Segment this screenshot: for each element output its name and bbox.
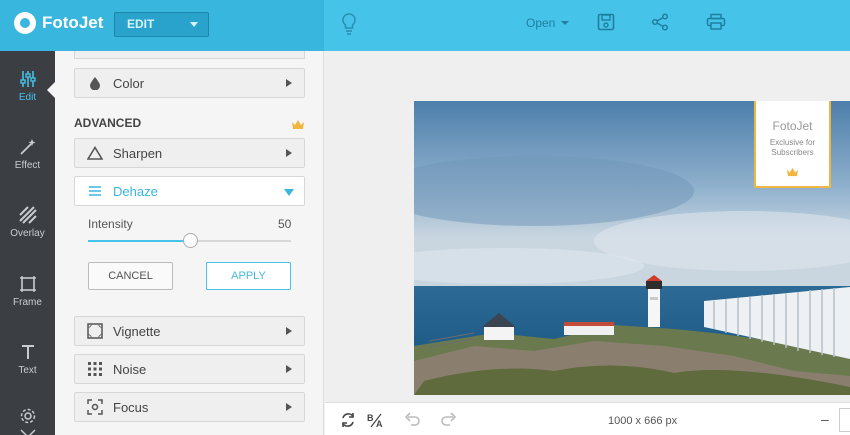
- haze-lines-icon: [87, 183, 103, 199]
- svg-text:A: A: [376, 419, 383, 428]
- sharpen-label: Sharpen: [113, 145, 163, 161]
- undo-icon[interactable]: [403, 412, 421, 431]
- dehaze-label: Dehaze: [113, 183, 158, 199]
- svg-text:B: B: [367, 413, 374, 423]
- chevron-down-icon: [19, 429, 36, 435]
- brand-name: FotoJet: [42, 13, 104, 32]
- overlay-icon: [18, 205, 37, 224]
- mode-dropdown-value: EDIT: [127, 17, 155, 31]
- sidebar-item-clipart[interactable]: [0, 393, 55, 435]
- caret-down-icon: [284, 189, 294, 196]
- badge-text: Exclusive for Subscribers: [756, 138, 829, 158]
- noise-row[interactable]: Noise: [74, 354, 305, 384]
- text-icon: [21, 344, 34, 359]
- sidebar-item-effect[interactable]: Effect: [0, 124, 55, 184]
- canvas-area: FotoJet Exclusive for Subscribers: [325, 51, 850, 402]
- badge-line-1: Exclusive for: [769, 138, 816, 147]
- triangle-icon: [87, 145, 103, 161]
- photo-lighthouse[interactable]: FotoJet Exclusive for Subscribers: [414, 101, 850, 395]
- sidebar-item-frame[interactable]: Frame: [0, 261, 55, 321]
- open-label: Open: [526, 16, 556, 30]
- sliders-icon: [19, 70, 36, 87]
- image-dimensions: 1000 x 666 px: [608, 415, 678, 427]
- sidebar-item-label: Overlay: [10, 227, 45, 239]
- lightbulb-icon[interactable]: [341, 12, 357, 41]
- focus-row[interactable]: Focus: [74, 392, 305, 422]
- dehaze-row[interactable]: Dehaze: [74, 176, 305, 206]
- sidebar-item-label: Frame: [13, 296, 42, 308]
- chevron-right-icon: [286, 403, 292, 411]
- chevron-right-icon: [286, 149, 292, 157]
- sidebar-item-text[interactable]: Text: [0, 329, 55, 389]
- slider-fill: [88, 240, 190, 242]
- save-icon[interactable]: [597, 13, 615, 36]
- intensity-label: Intensity: [88, 217, 133, 231]
- chevron-right-icon: [286, 365, 292, 373]
- color-label: Color: [113, 75, 145, 91]
- sidebar-item-overlay[interactable]: Overlay: [0, 192, 55, 252]
- frame-icon: [19, 275, 36, 292]
- adjust-panel: Color ADVANCED Sharpen Dehaze Intensity …: [55, 51, 324, 435]
- badge-logo: FotoJet: [772, 119, 813, 133]
- color-row[interactable]: Color: [74, 68, 305, 98]
- before-after-icon[interactable]: BA: [367, 412, 385, 433]
- chevron-down-icon: [561, 21, 570, 25]
- sharpen-row[interactable]: Sharpen: [74, 138, 305, 168]
- gear-icon: [20, 408, 35, 424]
- fotojet-logo-icon: [14, 12, 36, 34]
- sidebar-item-label: Edit: [18, 91, 37, 103]
- chevron-right-icon: [286, 79, 292, 87]
- tool-sidebar: Edit Effect Overlay Frame Text: [0, 51, 55, 435]
- collapsed-row-above[interactable]: [74, 51, 305, 59]
- badge-line-2: Subscribers: [771, 148, 814, 157]
- advanced-heading: ADVANCED: [74, 116, 142, 130]
- share-icon[interactable]: [651, 13, 669, 36]
- mode-dropdown[interactable]: EDIT: [114, 12, 209, 37]
- zoom-out-button[interactable]: –: [821, 411, 829, 427]
- slider-thumb[interactable]: [183, 233, 198, 248]
- active-indicator: [47, 82, 55, 98]
- chevron-right-icon: [286, 327, 292, 335]
- focus-icon: [87, 399, 103, 415]
- apply-button[interactable]: APPLY: [206, 262, 291, 290]
- subscriber-badge: FotoJet Exclusive for Subscribers: [754, 101, 831, 188]
- noise-label: Noise: [113, 361, 147, 377]
- crown-icon: [291, 117, 305, 135]
- redo-icon[interactable]: [440, 412, 458, 431]
- droplet-icon: [87, 75, 103, 91]
- crown-icon: [786, 164, 799, 182]
- canvas-footer: BA 1000 x 666 px –: [325, 402, 850, 435]
- sidebar-item-label: Effect: [14, 159, 41, 171]
- zoom-input[interactable]: [839, 408, 850, 432]
- focus-label: Focus: [113, 399, 149, 415]
- brand-area: FotoJet EDIT: [0, 0, 324, 51]
- noise-dots-icon: [87, 361, 103, 377]
- magic-wand-icon: [19, 138, 35, 155]
- cancel-button[interactable]: CANCEL: [88, 262, 173, 290]
- chevron-down-icon: [190, 22, 198, 27]
- top-toolbar: FotoJet EDIT Open: [0, 0, 850, 51]
- fotojet-editor: FotoJet EDIT Open Edit Effect Overlay Fr…: [0, 0, 850, 435]
- vignette-label: Vignette: [113, 323, 161, 339]
- sidebar-item-label: Text: [18, 364, 37, 376]
- rotate-icon[interactable]: [340, 412, 356, 433]
- fotojet-logo[interactable]: FotoJet: [14, 12, 103, 34]
- vignette-icon: [87, 323, 103, 339]
- open-menu-button[interactable]: Open: [526, 16, 570, 30]
- intensity-value: 50: [278, 217, 292, 231]
- intensity-slider[interactable]: [88, 233, 291, 248]
- vignette-row[interactable]: Vignette: [74, 316, 305, 346]
- print-icon[interactable]: [706, 13, 726, 36]
